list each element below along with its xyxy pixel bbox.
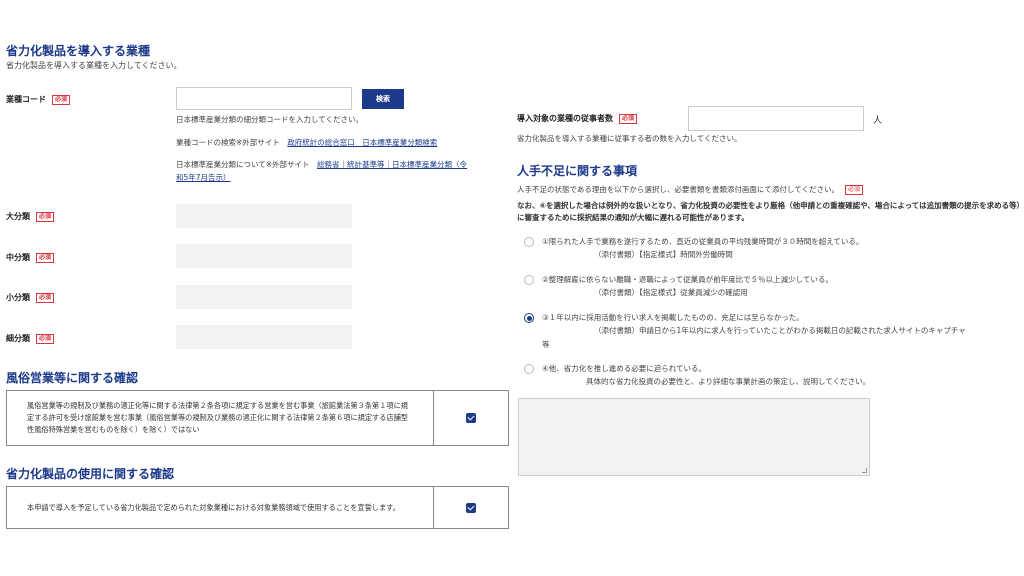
medium-class-label: 中分類 必須	[6, 252, 55, 263]
labor-desc: 人手不足の状態である理由を以下から選択し、必要書類を書類添付画面にて添付してくだ…	[517, 185, 839, 194]
industry-search-prefix: 業種コードの検索※外部サイト	[176, 138, 280, 147]
labor-option-2-text: ②整理解雇に依らない離職・退職によって従業員が前年度比で５％以上減少している。	[542, 275, 833, 284]
section-title-product-use: 省力化製品の使用に関する確認	[6, 467, 175, 481]
radio-button-selected[interactable]	[524, 313, 534, 323]
labor-option-2-sub: （添付書類）【指定様式】従業員減少の確認用	[594, 288, 748, 297]
employees-hint: 省力化製品を導入する業種に従事する者の数を入力してください。	[517, 134, 742, 143]
radio-button[interactable]	[524, 275, 534, 285]
labor-desc-line: 人手不足の状態である理由を以下から選択し、必要書類を書類添付画面にて添付してくだ…	[517, 183, 863, 196]
labor-warning: なお、④を選択した場合は例外的な扱いとなり、省力化投資の必要性をより厳格（他申請…	[517, 201, 1021, 222]
product-use-checkbox[interactable]	[466, 502, 477, 513]
required-badge: 必須	[36, 211, 55, 222]
adult-business-check-cell	[433, 390, 509, 446]
section-title-industry: 省力化製品を導入する業種	[6, 44, 151, 58]
labor-option-1-text: ①限られた人手で業務を遂行するため、直近の従業員の平均残業時間が３０時間を超えて…	[542, 237, 864, 246]
search-button[interactable]: 検索	[362, 89, 404, 109]
labor-explanation-textarea[interactable]	[518, 398, 870, 476]
required-badge: 必須	[52, 94, 71, 105]
minor-class-label-text: 小分類	[6, 293, 30, 302]
section-subtitle-industry: 省力化製品を導入する業種を入力してください。	[6, 61, 182, 70]
labor-option-1-sub: （添付書類）【指定様式】時間外労働時間	[594, 250, 733, 259]
employees-label-text: 導入対象の業種の従事者数	[517, 114, 613, 123]
labor-option-3-sub: （添付書類）申請日から1年以内に求人を行っていたことがわかる掲載日の記載された求…	[594, 326, 966, 335]
required-badge: 必須	[36, 333, 55, 344]
radio-button[interactable]	[524, 364, 534, 374]
industry-about-link-cont[interactable]: 和5年7月告示）	[176, 173, 231, 182]
labor-option-4-sub: 具体的な省力化投資の必要性と、より詳細な事業計画の策定し、説明してください。	[586, 377, 871, 386]
section-title-labor-shortage: 人手不足に関する事項	[517, 164, 638, 178]
radio-button[interactable]	[524, 237, 534, 247]
labor-option-4-text: ④他、省力化を推し進める必要に迫られている。	[542, 364, 706, 373]
major-class-label-text: 大分類	[6, 212, 30, 221]
industry-search-line: 業種コードの検索※外部サイト 政府統計の総合窓口 日本標準産業分類検索	[176, 136, 437, 149]
required-badge: 必須	[36, 252, 55, 263]
medium-class-label-text: 中分類	[6, 253, 30, 262]
labor-option-3-sub2: 等	[542, 340, 550, 349]
major-class-field[interactable]	[176, 204, 352, 228]
industry-code-input[interactable]	[176, 87, 352, 110]
required-badge: 必須	[619, 113, 638, 124]
product-use-table: 本申請で導入を予定している省力化製品で定められた対象業種における対象業務領域で使…	[5, 486, 509, 529]
industry-code-hint: 日本標準産業分類の細分類コードを入力してください。	[176, 115, 364, 124]
section-title-adult-business: 風俗営業等に関する確認	[6, 371, 139, 385]
required-badge: 必須	[36, 292, 55, 303]
minor-class-field[interactable]	[176, 285, 352, 309]
industry-code-label: 業種コード 必須	[6, 94, 71, 105]
resize-grip-icon[interactable]	[862, 468, 867, 473]
major-class-label: 大分類 必須	[6, 211, 55, 222]
adult-business-text: 風俗営業等の規制及び業務の適正化等に関する法律第２条各項に規定する営業を営む事業…	[5, 390, 435, 446]
minor-class-label: 小分類 必須	[6, 292, 55, 303]
employees-unit: 人	[873, 116, 883, 126]
detail-class-field[interactable]	[176, 325, 352, 349]
product-use-check-cell	[433, 486, 509, 529]
required-badge: 必須	[844, 185, 863, 195]
detail-class-label: 細分類 必須	[6, 333, 55, 344]
medium-class-field[interactable]	[176, 244, 352, 268]
product-use-text: 本申請で導入を予定している省力化製品で定められた対象業種における対象業務領域で使…	[5, 486, 435, 529]
industry-code-label-text: 業種コード	[6, 95, 46, 104]
labor-option-3-text: ③１年以内に採用活動を行い求人を掲載したものの、充足には至らなかった。	[542, 313, 804, 322]
adult-business-checkbox[interactable]	[466, 413, 477, 423]
industry-about-prefix: 日本標準産業分類について※外部サイト	[176, 160, 310, 169]
employees-label: 導入対象の業種の従事者数 必須	[517, 113, 638, 124]
industry-about-line: 日本標準産業分類について※外部サイト 総務省｜統計基準等｜日本標準産業分類（令 …	[176, 158, 510, 184]
employees-input[interactable]	[688, 106, 864, 131]
industry-about-link[interactable]: 総務省｜統計基準等｜日本標準産業分類（令	[317, 160, 467, 169]
industry-search-link[interactable]: 政府統計の総合窓口 日本標準産業分類検索	[287, 138, 437, 147]
detail-class-label-text: 細分類	[6, 334, 30, 343]
adult-business-table: 風俗営業等の規制及び業務の適正化等に関する法律第２条各項に規定する営業を営む事業…	[5, 390, 509, 446]
